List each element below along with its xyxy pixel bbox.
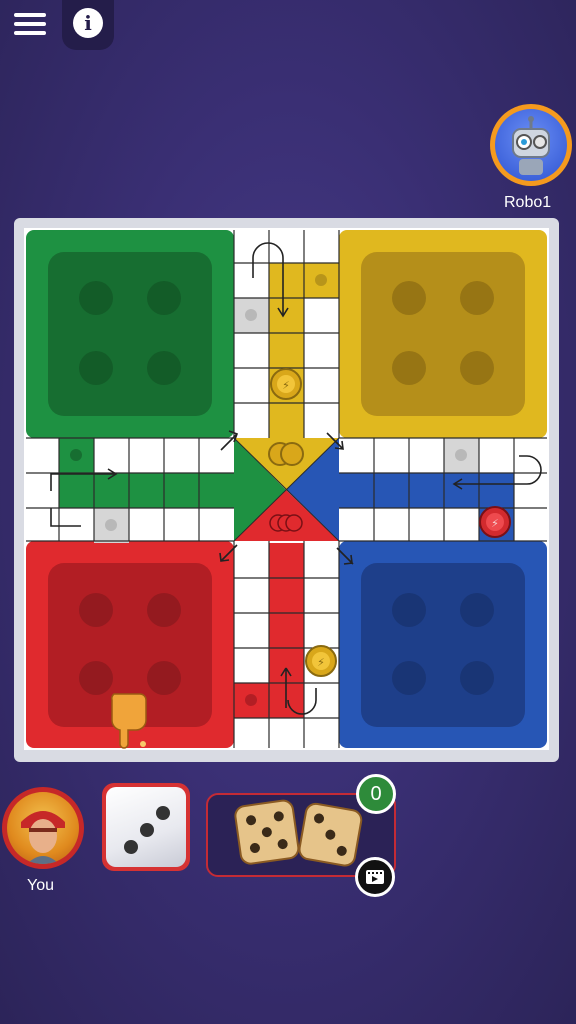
hero-avatar — [7, 792, 79, 864]
bonus-count-badge: 0 — [356, 774, 396, 814]
yellow-token[interactable]: ⚡ — [305, 645, 337, 677]
roll-dice-button[interactable] — [102, 783, 190, 871]
robot-avatar — [495, 109, 567, 181]
info-icon: i — [73, 8, 103, 38]
svg-text:⚡: ⚡ — [491, 517, 499, 530]
info-button[interactable]: i — [62, 0, 114, 50]
dice-pip — [124, 840, 138, 854]
yellow-token[interactable]: ⚡ — [270, 368, 302, 400]
dice-pip — [156, 806, 170, 820]
dice-pip — [140, 823, 154, 837]
red-token-stack[interactable] — [269, 514, 303, 532]
video-ad-icon — [366, 870, 384, 884]
opponent-name: Robo1 — [504, 194, 552, 211]
yellow-home — [339, 230, 547, 438]
svg-text:⚡: ⚡ — [282, 379, 290, 392]
hamburger-menu-icon — [14, 13, 46, 17]
green-home — [26, 230, 234, 438]
dice-face — [106, 787, 186, 867]
video-ad-button[interactable] — [355, 857, 395, 897]
yellow-token-stack[interactable] — [268, 442, 304, 466]
ludo-board: ⚡ ⚡ ⚡ — [24, 228, 549, 750]
player-avatar[interactable] — [2, 787, 84, 869]
blue-home — [339, 541, 547, 748]
menu-button[interactable] — [10, 8, 50, 48]
red-token[interactable]: ⚡ — [479, 506, 511, 538]
player-name: You — [27, 877, 54, 894]
opponent-avatar[interactable] — [490, 104, 572, 186]
svg-text:⚡: ⚡ — [317, 656, 325, 669]
